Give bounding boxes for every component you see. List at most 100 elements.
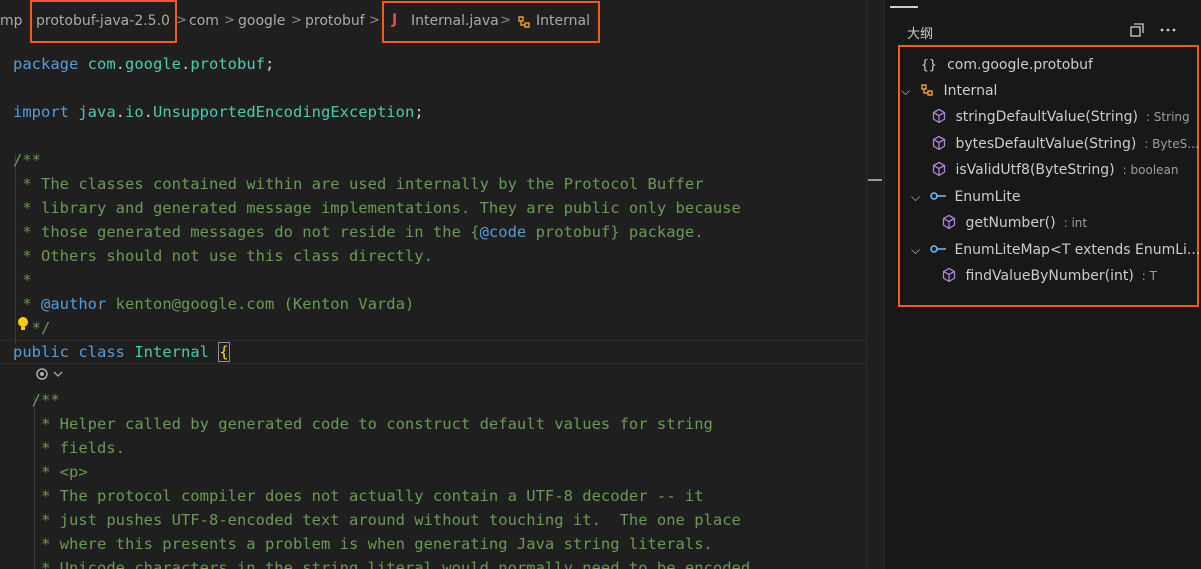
chevron-down-icon[interactable]: ⌵	[911, 190, 920, 205]
code-line[interactable]: * library and generated message implemen…	[13, 196, 866, 220]
code-line[interactable]: package com.google.protobuf;	[13, 52, 866, 76]
code-token: package	[13, 55, 88, 73]
outline-item-method[interactable]: findValueByNumber(int): T	[941, 264, 1157, 288]
chevron-down-icon[interactable]: ⌵	[911, 243, 920, 258]
chevron-down-icon[interactable]: ⌵	[901, 84, 910, 99]
outline-item-enumlitemap[interactable]: EnumLiteMap<T extends EnumLi...	[929, 238, 1200, 262]
method-icon	[932, 161, 946, 177]
code-token: .	[115, 55, 125, 73]
code-line[interactable]: */	[13, 316, 866, 340]
outline-title: 大纲	[907, 27, 934, 42]
method-icon	[942, 214, 956, 230]
breadcrumb-item-com[interactable]: com	[189, 13, 219, 29]
interface-icon	[930, 192, 946, 200]
code-token: * Others should not use this class direc…	[13, 247, 433, 265]
outline-item-enumlite[interactable]: EnumLite	[929, 185, 1020, 209]
method-icon	[932, 108, 946, 124]
code-line[interactable]: * those generated messages do not reside…	[13, 220, 866, 244]
outline-item-method[interactable]: isValidUtf8(ByteString): boolean	[931, 158, 1179, 182]
lightbulb-icon[interactable]	[15, 315, 31, 333]
code-line[interactable]: public class Internal {	[13, 340, 866, 364]
code-token: java	[78, 103, 116, 121]
code-line[interactable]: * where this presents a problem is when …	[13, 532, 866, 556]
code-token: public	[13, 343, 79, 361]
code-line[interactable]: * fields.	[13, 436, 866, 460]
java-file-icon: J	[392, 12, 398, 28]
code-token: class	[78, 343, 135, 361]
code-line[interactable]: * just pushes UTF-8-encoded text around …	[13, 508, 866, 532]
outline-item-method[interactable]: getNumber(): int	[941, 211, 1087, 235]
code-token: * <p>	[13, 463, 88, 481]
code-token: ;	[265, 55, 275, 73]
panel-active-indicator	[890, 6, 918, 8]
code-token: .	[115, 103, 125, 121]
code-line[interactable]: import java.io.UnsupportedEncodingExcept…	[13, 100, 866, 124]
code-token: io	[125, 103, 144, 121]
code-token: * library and generated message implemen…	[13, 199, 741, 217]
code-token: ;	[414, 103, 424, 121]
editor-scrollbar[interactable]	[866, 0, 885, 569]
more-actions-icon[interactable]	[1159, 22, 1177, 38]
breadcrumb-separator: >	[369, 13, 380, 28]
code-token: /**	[13, 391, 60, 409]
code-line[interactable]	[13, 76, 866, 100]
code-editor[interactable]: package com.google.protobuf; import java.…	[0, 44, 866, 569]
outline-item-method[interactable]: stringDefaultValue(String): String	[931, 105, 1190, 129]
code-token: Internal	[134, 343, 219, 361]
breadcrumb-item-mp[interactable]: mp	[0, 13, 23, 29]
code-token: .	[181, 55, 191, 73]
code-token: import	[13, 103, 79, 121]
code-line[interactable]: * <p>	[13, 460, 866, 484]
namespace-icon: {}	[921, 58, 937, 73]
code-line[interactable]: * Others should not use this class direc…	[13, 244, 866, 268]
breadcrumb-item-protobuf[interactable]: protobuf	[305, 13, 365, 29]
breadcrumb-item-file[interactable]: Internal.java	[411, 13, 499, 29]
code-token: kenton@google.com (Kenton Varda)	[106, 295, 415, 313]
code-token: protobuf	[190, 55, 265, 73]
code-line[interactable]: * The classes contained within are used …	[13, 172, 866, 196]
code-token: com	[87, 55, 116, 73]
method-icon	[942, 267, 956, 283]
code-line[interactable]: * Helper called by generated code to con…	[13, 412, 866, 436]
matched-brace: {	[218, 342, 230, 362]
code-line[interactable]: * The protocol compiler does not actuall…	[13, 484, 866, 508]
code-line[interactable]	[13, 364, 866, 388]
breadcrumb-item-google[interactable]: google	[238, 13, 285, 29]
code-line[interactable]: /**	[13, 388, 866, 412]
code-line[interactable]: *	[13, 268, 866, 292]
code-line[interactable]: * Unicode characters in the string liter…	[13, 556, 866, 569]
code-token: google	[125, 55, 181, 73]
outline-item-namespace[interactable]: {} com.google.protobuf	[921, 53, 1093, 77]
code-token: * fields.	[13, 439, 125, 457]
code-token: * The classes contained within are used …	[13, 175, 704, 193]
breadcrumb-separator: >	[500, 13, 511, 28]
class-icon	[921, 84, 933, 96]
method-icon	[932, 135, 946, 151]
outline-item-method[interactable]: bytesDefaultValue(String): ByteS...	[931, 132, 1199, 156]
code-token: @code	[479, 223, 527, 241]
code-token: *	[13, 271, 32, 289]
code-token: * those generated messages do not reside…	[13, 223, 480, 241]
code-token: .	[143, 103, 154, 121]
codelens-icon[interactable]	[34, 366, 68, 382]
code-token: /**	[13, 151, 41, 169]
outline-panel: 大纲 {} com.google.protobuf ⌵ Internal str…	[885, 0, 1201, 569]
breadcrumb-separator: >	[291, 13, 302, 28]
code-token: * Helper called by generated code to con…	[13, 415, 713, 433]
code-token: * The protocol compiler does not actuall…	[13, 487, 704, 505]
highlight-project-box	[30, 0, 177, 43]
breadcrumb: mp protobuf-java-2.5.0 > com > google > …	[0, 0, 884, 44]
collapse-all-icon[interactable]	[1129, 22, 1145, 38]
breadcrumb-item-class[interactable]: Internal	[536, 13, 590, 29]
scrollbar-cursor-marker	[868, 179, 882, 181]
code-token: protobuf} package.	[526, 223, 704, 241]
breadcrumb-separator: >	[224, 13, 235, 28]
code-token: UnsupportedEncodingException	[153, 103, 415, 121]
class-icon	[518, 16, 530, 28]
code-token: * just pushes UTF-8-encoded text around …	[13, 511, 741, 529]
code-line[interactable]	[13, 124, 866, 148]
outline-item-internal[interactable]: Internal	[919, 79, 997, 103]
code-line[interactable]: * @author kenton@google.com (Kenton Vard…	[13, 292, 866, 316]
code-line[interactable]: /**	[13, 148, 866, 172]
breadcrumb-separator: >	[176, 13, 187, 28]
